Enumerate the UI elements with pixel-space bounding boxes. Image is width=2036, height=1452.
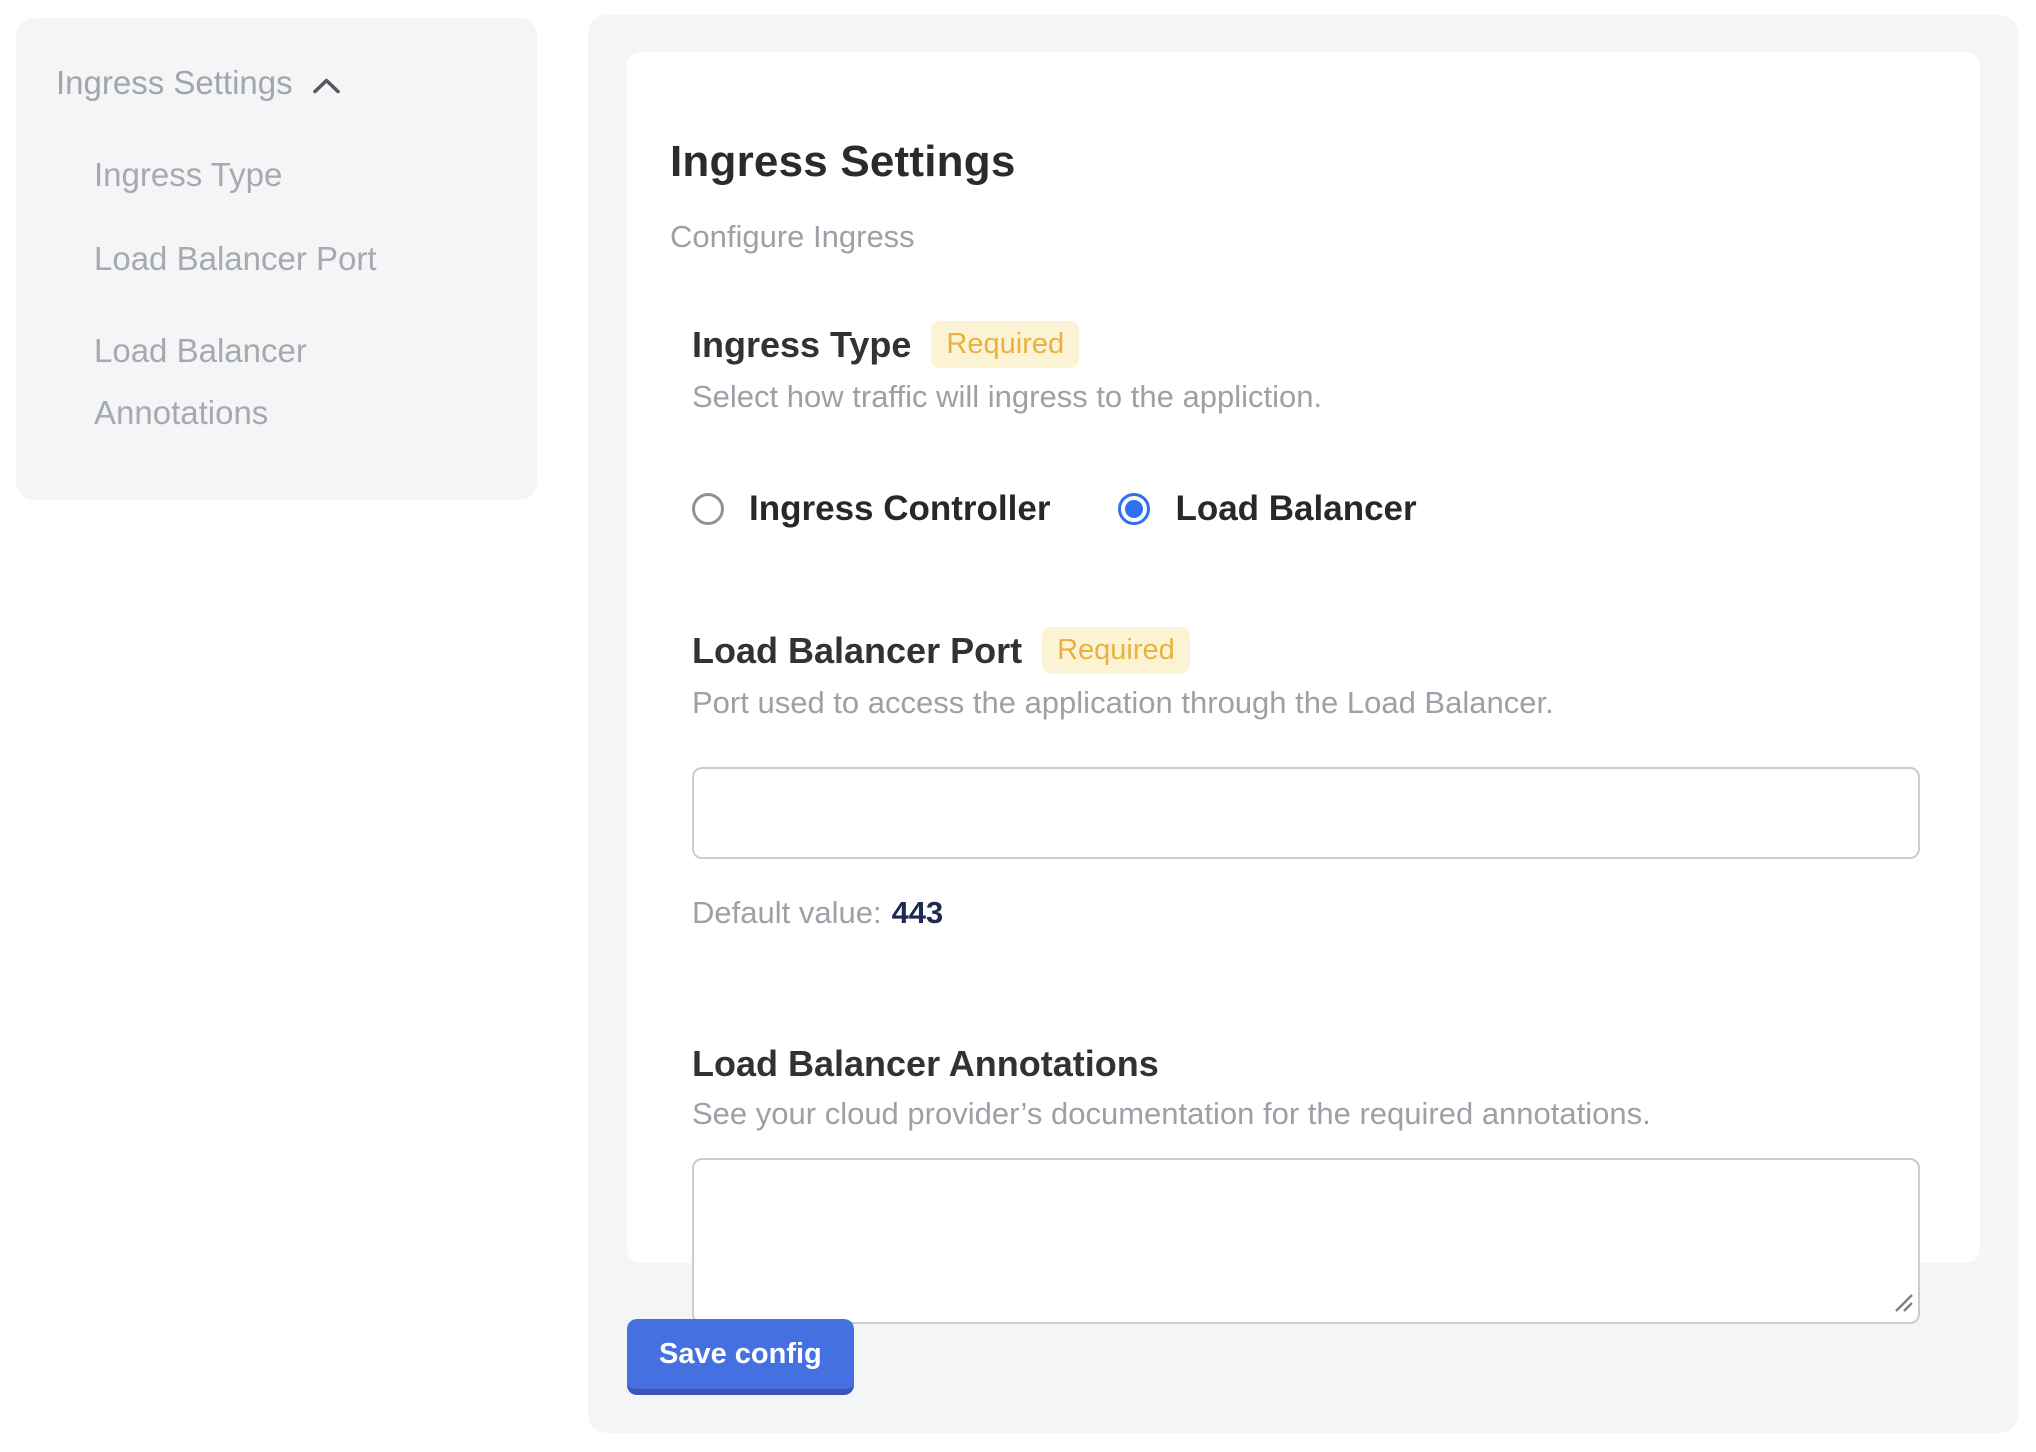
load-balancer-port-label: Load Balancer Port xyxy=(692,630,1022,672)
field-load-balancer-port: Load Balancer Port Required Port used to… xyxy=(692,627,1934,931)
ingress-settings-card: Ingress Settings Configure Ingress Ingre… xyxy=(627,52,1980,1263)
save-config-button[interactable]: Save config xyxy=(627,1319,854,1395)
chevron-up-icon xyxy=(311,76,342,95)
required-badge: Required xyxy=(931,321,1079,368)
radio-option-ingress-controller[interactable]: Ingress Controller xyxy=(692,489,1050,529)
ingress-type-description: Select how traffic will ingress to the a… xyxy=(692,379,1934,415)
default-value-label: Default value: xyxy=(692,895,882,930)
load-balancer-annotations-description: See your cloud provider’s documentation … xyxy=(692,1096,1934,1132)
sidebar-item-ingress-type[interactable]: Ingress Type xyxy=(94,152,424,198)
ingress-type-label: Ingress Type xyxy=(692,324,911,366)
radio-selected-icon[interactable] xyxy=(1118,493,1150,525)
radio-label-ingress-controller: Ingress Controller xyxy=(749,489,1050,529)
page-title: Ingress Settings xyxy=(670,137,1934,187)
required-badge: Required xyxy=(1042,627,1190,674)
radio-option-load-balancer[interactable]: Load Balancer xyxy=(1118,489,1416,529)
sidebar-item-load-balancer-port[interactable]: Load Balancer Port xyxy=(94,236,424,282)
sidebar-item-list: Ingress Type Load Balancer Port Load Bal… xyxy=(56,152,507,444)
sidebar-item-load-balancer-annotations[interactable]: Load Balancer Annotations xyxy=(94,320,424,444)
sidebar-group-ingress-settings[interactable]: Ingress Settings xyxy=(56,64,507,102)
ingress-type-radio-group: Ingress Controller Load Balancer xyxy=(692,489,1934,529)
radio-label-load-balancer: Load Balancer xyxy=(1175,489,1416,529)
settings-sidebar: Ingress Settings Ingress Type Load Balan… xyxy=(16,18,537,500)
field-ingress-type: Ingress Type Required Select how traffic… xyxy=(692,321,1934,529)
page-subtitle: Configure Ingress xyxy=(670,219,1934,255)
load-balancer-port-input[interactable] xyxy=(692,767,1920,859)
default-value-number: 443 xyxy=(892,895,944,930)
load-balancer-annotations-label: Load Balancer Annotations xyxy=(692,1043,1159,1085)
default-value-hint: Default value: 443 xyxy=(692,895,1934,931)
load-balancer-annotations-textarea[interactable] xyxy=(692,1158,1920,1324)
sidebar-group-label: Ingress Settings xyxy=(56,64,293,102)
field-load-balancer-annotations: Load Balancer Annotations See your cloud… xyxy=(692,1043,1934,1324)
main-panel: Ingress Settings Configure Ingress Ingre… xyxy=(588,15,2018,1433)
load-balancer-port-description: Port used to access the application thro… xyxy=(692,685,1934,721)
radio-unselected-icon[interactable] xyxy=(692,493,724,525)
